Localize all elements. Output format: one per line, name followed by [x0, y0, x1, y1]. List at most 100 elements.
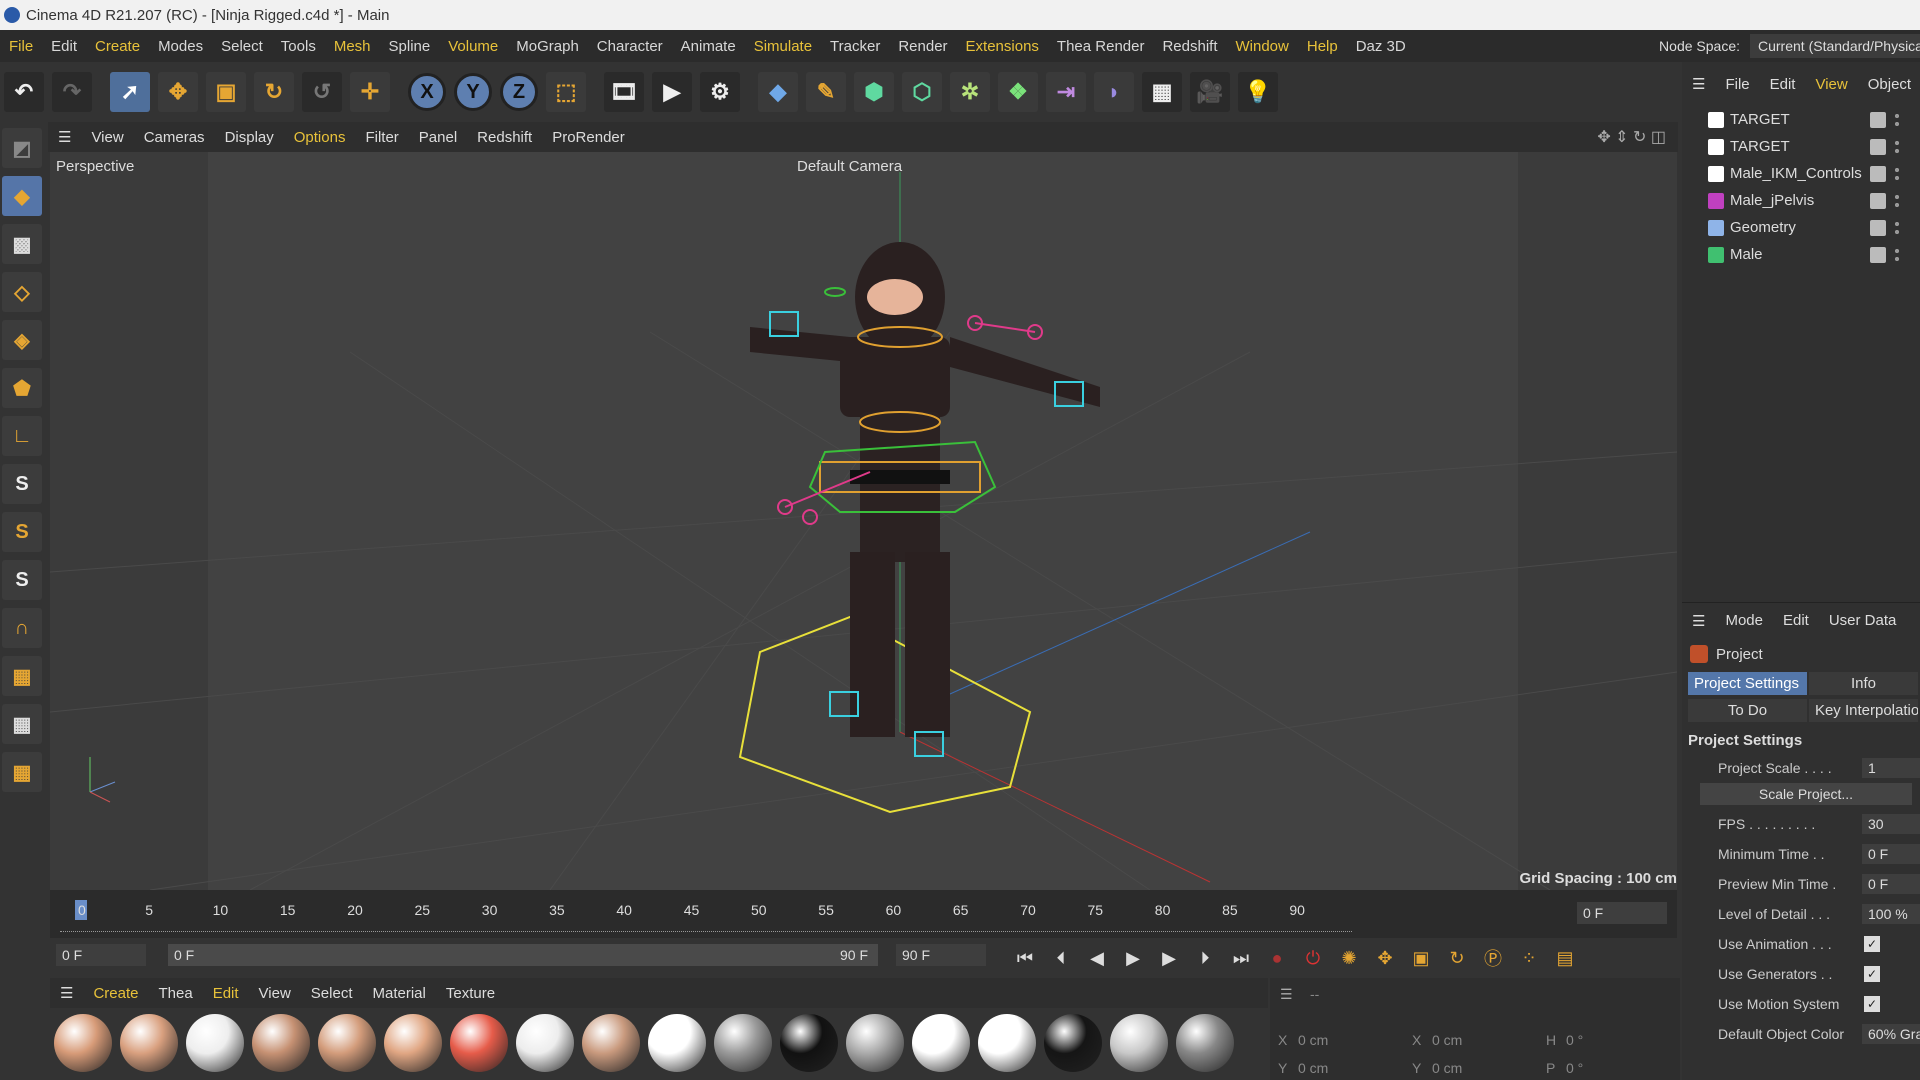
material-swatch[interactable] — [54, 1014, 112, 1072]
menu-daz-3d[interactable]: Daz 3D — [1347, 38, 1415, 55]
current-frame-field[interactable]: 0 F — [1577, 902, 1667, 924]
viewport-camera-label[interactable]: Default Camera — [797, 158, 902, 175]
z-axis-lock-button[interactable]: Z — [500, 73, 538, 111]
attr-menu-mode[interactable]: Mode — [1715, 612, 1773, 629]
size-x-field[interactable]: 0 cm — [1432, 1032, 1462, 1048]
object-row[interactable]: TARGET — [1682, 106, 1920, 133]
project-scale-field[interactable]: 1 — [1862, 758, 1920, 778]
object-row[interactable]: Male_jPelvis — [1682, 187, 1920, 214]
solo-off-icon[interactable]: S — [2, 464, 42, 504]
viewport-hamburger-icon[interactable]: ☰ — [48, 128, 81, 146]
record-scale-icon[interactable]: ▣ — [1406, 943, 1436, 973]
material-swatch[interactable] — [318, 1014, 376, 1072]
menu-select[interactable]: Select — [212, 38, 272, 55]
object-visibility-dots[interactable] — [1894, 138, 1900, 155]
tab-key-interpolation[interactable]: Key Interpolation — [1808, 699, 1918, 722]
min-time-field[interactable]: 0 F — [1862, 844, 1920, 864]
play-icon[interactable]: ▶ — [1118, 943, 1148, 973]
menu-spline[interactable]: Spline — [380, 38, 440, 55]
default-object-color-select[interactable]: 60% Gray — [1862, 1024, 1920, 1044]
use-animation-checkbox[interactable]: ✓ — [1864, 936, 1880, 952]
object-enable-checkbox[interactable] — [1870, 192, 1886, 209]
start-frame-field[interactable]: 0 F — [56, 944, 146, 966]
menu-simulate[interactable]: Simulate — [745, 38, 821, 55]
material-swatch[interactable] — [1044, 1014, 1102, 1072]
object-enable-checkbox[interactable] — [1870, 219, 1886, 236]
x-axis-lock-button[interactable]: X — [408, 73, 446, 111]
3d-viewport[interactable] — [50, 152, 1677, 890]
object-row[interactable]: Geometry — [1682, 214, 1920, 241]
viewport-menu-display[interactable]: Display — [215, 129, 284, 146]
light-icon[interactable]: 💡 — [1238, 72, 1278, 112]
preview-range-slider[interactable]: 0 F 90 F — [168, 944, 878, 966]
go-to-start-icon[interactable]: ⏮ — [1010, 943, 1040, 973]
menu-edit[interactable]: Edit — [42, 38, 86, 55]
menu-redshift[interactable]: Redshift — [1153, 38, 1226, 55]
object-menu-view[interactable]: View — [1805, 76, 1857, 93]
rotation-h-field[interactable]: 0 ° — [1566, 1032, 1583, 1048]
deformer-icon[interactable]: ✲ — [950, 72, 990, 112]
go-to-next-key-icon[interactable]: ⏵ — [1190, 943, 1220, 973]
coordinate-system-icon[interactable]: ⬚ — [546, 72, 586, 112]
keyframe-selection-icon[interactable]: ✺ — [1334, 943, 1364, 973]
attr-menu-edit[interactable]: Edit — [1773, 612, 1819, 629]
snap-icon[interactable]: ∩ — [2, 608, 42, 648]
workplane-icon[interactable]: ▦ — [2, 656, 42, 696]
menu-file[interactable]: File — [0, 38, 42, 55]
object-enable-checkbox[interactable] — [1870, 246, 1886, 263]
material-hamburger-icon[interactable]: ☰ — [50, 984, 83, 1002]
render-picture-viewer-icon[interactable]: ▶ — [652, 72, 692, 112]
next-frame-icon[interactable]: ▶ — [1154, 943, 1184, 973]
object-enable-checkbox[interactable] — [1870, 138, 1886, 155]
use-motion-system-checkbox[interactable]: ✓ — [1864, 996, 1880, 1012]
material-swatch[interactable] — [186, 1014, 244, 1072]
material-swatch[interactable] — [582, 1014, 640, 1072]
object-menu-file[interactable]: File — [1715, 76, 1759, 93]
scene-object-icon[interactable]: ◗ — [1094, 72, 1134, 112]
material-menu-texture[interactable]: Texture — [436, 985, 505, 1002]
object-visibility-dots[interactable] — [1894, 219, 1900, 236]
solo-hierarchy-icon[interactable]: S — [2, 560, 42, 600]
material-swatch[interactable] — [120, 1014, 178, 1072]
material-menu-thea[interactable]: Thea — [148, 985, 202, 1002]
record-parameter-icon[interactable]: Ⓟ — [1478, 943, 1508, 973]
material-swatch[interactable] — [780, 1014, 838, 1072]
polygons-mode-icon[interactable]: ⬟ — [2, 368, 42, 408]
render-settings-icon[interactable]: ⚙ — [700, 72, 740, 112]
material-swatch[interactable] — [450, 1014, 508, 1072]
points-mode-icon[interactable]: ◇ — [2, 272, 42, 312]
timeline-ruler[interactable]: 0 5 10 15 20 25 30 35 40 45 50 55 60 65 70 75 80 85 90 0 F — [50, 890, 1677, 938]
floor-icon[interactable]: ▦ — [1142, 72, 1182, 112]
material-swatch[interactable] — [384, 1014, 442, 1072]
viewport-nav-icons[interactable]: ✥ ⇕ ↻ ◫ — [1597, 127, 1666, 147]
material-swatch[interactable] — [648, 1014, 706, 1072]
tab-project-settings[interactable]: Project Settings — [1688, 672, 1807, 695]
viewport-menu-panel[interactable]: Panel — [409, 129, 467, 146]
edges-mode-icon[interactable]: ◈ — [2, 320, 42, 360]
deformer-bend-icon[interactable]: ⇥ — [1046, 72, 1086, 112]
menu-mesh[interactable]: Mesh — [325, 38, 380, 55]
menu-tools[interactable]: Tools — [272, 38, 325, 55]
undo-button[interactable]: ↶ — [4, 72, 44, 112]
menu-character[interactable]: Character — [588, 38, 672, 55]
cube-object-icon[interactable]: ◆ — [758, 72, 798, 112]
planar-workplane-icon[interactable]: ▦ — [2, 752, 42, 792]
pen-spline-icon[interactable]: ✎ — [806, 72, 846, 112]
material-swatch[interactable] — [714, 1014, 772, 1072]
recent-tools-icon[interactable]: ↺ — [302, 72, 342, 112]
viewport-menu-prorender[interactable]: ProRender — [542, 129, 635, 146]
material-swatch[interactable] — [1110, 1014, 1168, 1072]
record-point-level-icon[interactable]: ⁘ — [1514, 943, 1544, 973]
menu-animate[interactable]: Animate — [672, 38, 745, 55]
attr-menu-user-data[interactable]: User Data — [1819, 612, 1907, 629]
object-row[interactable]: TARGET — [1682, 133, 1920, 160]
use-generators-checkbox[interactable]: ✓ — [1864, 966, 1880, 982]
object-enable-checkbox[interactable] — [1870, 165, 1886, 182]
attribute-hamburger-icon[interactable]: ☰ — [1682, 612, 1715, 630]
transform-tool-icon[interactable]: ✛ — [350, 72, 390, 112]
material-menu-edit[interactable]: Edit — [203, 985, 249, 1002]
size-y-field[interactable]: 0 cm — [1432, 1060, 1462, 1076]
material-swatch[interactable] — [846, 1014, 904, 1072]
cloner-icon[interactable]: ⬡ — [902, 72, 942, 112]
viewport-menu-view[interactable]: View — [81, 129, 133, 146]
